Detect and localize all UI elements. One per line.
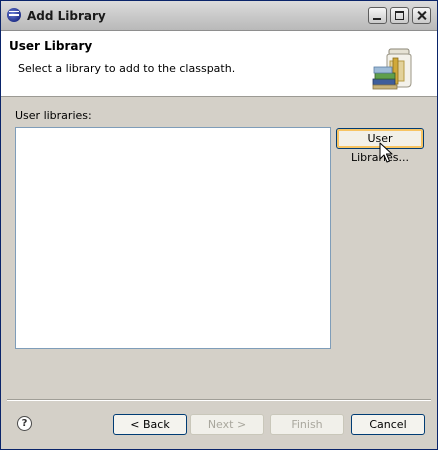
cancel-button[interactable]: Cancel [351,414,425,435]
title-bar[interactable]: Add Library [1,1,437,31]
finish-button[interactable]: Finish [270,414,344,435]
user-libraries-label: User libraries: [15,109,92,122]
footer-divider [7,399,431,401]
help-icon[interactable]: ? [17,416,32,431]
add-library-dialog: Add Library User Library Select a librar… [0,0,438,450]
minimize-button[interactable] [368,7,387,24]
library-jar-icon [372,48,412,90]
back-button[interactable]: < Back [113,414,187,435]
eclipse-icon [7,8,21,22]
maximize-button[interactable] [390,7,409,24]
wizard-page-title: User Library [9,39,93,53]
close-button[interactable] [412,7,431,24]
wizard-page-description: Select a library to add to the classpath… [18,62,236,75]
user-libraries-list[interactable] [15,127,331,349]
next-button[interactable]: Next > [190,414,264,435]
wizard-header: User Library Select a library to add to … [1,31,437,97]
mouse-cursor-icon [379,142,393,163]
window-title: Add Library [27,9,106,23]
